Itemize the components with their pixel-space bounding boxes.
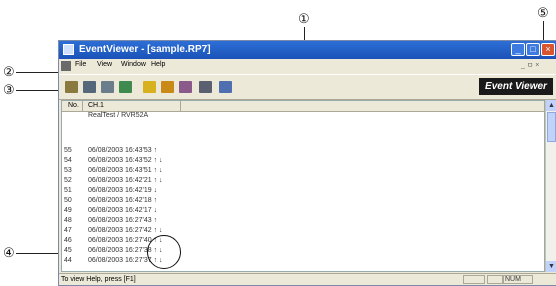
table-row[interactable]: 51 06/08/2003 16:42'19 ↓ (62, 187, 544, 196)
callout-1: ① (298, 11, 310, 26)
copy-icon[interactable] (101, 81, 114, 93)
table-row[interactable]: 53 06/08/2003 16:43'51 ↑ ↓ (62, 167, 544, 176)
row-number: 49 (64, 207, 72, 214)
row-number: 50 (64, 197, 72, 204)
row-number: 54 (64, 157, 72, 164)
table-row[interactable]: 54 06/08/2003 16:43'52 ↑ ↓ (62, 157, 544, 166)
menu-bar: File View Window Help _ ㅁ × (59, 59, 556, 73)
event-list[interactable]: No. CH.1 RealTest / RVR52A 55 06/08/2003 … (61, 100, 545, 272)
column-divider[interactable] (82, 101, 83, 111)
column-divider[interactable] (180, 101, 181, 111)
app-icon (63, 44, 74, 55)
bar-chart-icon[interactable] (143, 81, 156, 93)
column-no[interactable]: No. (68, 102, 79, 109)
table-row[interactable]: 52 06/08/2003 16:42'21 ↑ ↓ (62, 177, 544, 186)
num-lock-indicator: NUM (505, 276, 521, 283)
app-window: EventViewer - [sample.RP7] _ □ × File Vi… (58, 40, 556, 286)
table-row[interactable]: 49 06/08/2003 16:42'17 ↓ (62, 207, 544, 216)
callout-3-leader (16, 90, 64, 91)
row-entry: 06/08/2003 16:27'42 ↑ ↓ (88, 227, 163, 234)
row-entry: 06/08/2003 16:42'17 ↓ (88, 207, 158, 214)
event-viewer-logo: Event Viewer (479, 78, 553, 95)
export-icon[interactable] (179, 81, 192, 93)
row-number: 47 (64, 227, 72, 234)
callout-4: ④ (3, 245, 15, 260)
menu-file[interactable]: File (75, 61, 86, 68)
column-ch1[interactable]: CH.1 (88, 102, 104, 109)
callout-2-leader (16, 72, 64, 73)
status-bar: To view Help, press [F1] NUM (59, 273, 556, 285)
row-entry: 06/08/2003 16:43'53 ↑ (88, 147, 158, 154)
row-number: 48 (64, 217, 72, 224)
status-text: To view Help, press [F1] (61, 276, 136, 283)
row-number: 44 (64, 257, 72, 264)
save-icon[interactable] (83, 81, 96, 93)
help-icon[interactable] (219, 81, 232, 93)
document-icon[interactable] (61, 61, 71, 71)
row-number: 51 (64, 187, 72, 194)
table-row[interactable]: 48 06/08/2003 16:27'43 ↑ (62, 217, 544, 226)
print-icon[interactable] (199, 81, 212, 93)
minimize-button[interactable]: _ (511, 43, 525, 56)
row-number: 46 (64, 237, 72, 244)
row-entry: 06/08/2003 16:42'18 ↑ (88, 197, 158, 204)
status-panel (487, 275, 503, 284)
vertical-scrollbar[interactable]: ▲ ▼ (545, 100, 556, 272)
menu-window[interactable]: Window (121, 61, 146, 68)
maximize-button[interactable]: □ (526, 43, 540, 56)
scroll-up-button[interactable]: ▲ (546, 100, 556, 111)
graph-icon[interactable] (161, 81, 174, 93)
table-row[interactable]: 44 06/08/2003 16:27'37 ↑ ↓ (62, 257, 544, 266)
toolbar: Event Viewer (59, 74, 556, 100)
row-number: 53 (64, 167, 72, 174)
table-row[interactable]: 46 06/08/2003 16:27'40 ↑ ↓ (62, 237, 544, 246)
callout-3: ③ (3, 82, 15, 97)
row-entry: 06/08/2003 16:43'52 ↑ ↓ (88, 157, 163, 164)
callout-2: ② (3, 64, 15, 79)
row-entry: 06/08/2003 16:42'21 ↑ ↓ (88, 177, 163, 184)
window-title: EventViewer - [sample.RP7] (79, 44, 211, 55)
row-entry: 06/08/2003 16:43'51 ↑ ↓ (88, 167, 163, 174)
open-icon[interactable] (65, 81, 78, 93)
channel-name: RealTest / RVR52A (88, 112, 149, 119)
column-header: No. CH.1 (62, 101, 544, 112)
table-row[interactable]: 47 06/08/2003 16:27'42 ↑ ↓ (62, 227, 544, 236)
filter-icon[interactable] (119, 81, 132, 93)
row-number: 55 (64, 147, 72, 154)
callout-5: ⑤ (537, 5, 549, 20)
menu-help[interactable]: Help (151, 61, 165, 68)
title-bar[interactable]: EventViewer - [sample.RP7] _ □ × (59, 41, 556, 59)
row-number: 45 (64, 247, 72, 254)
row-entry: 06/08/2003 16:27'43 ↑ (88, 217, 158, 224)
table-row[interactable]: 55 06/08/2003 16:43'53 ↑ (62, 147, 544, 156)
mdi-controls[interactable]: _ ㅁ × (521, 60, 539, 70)
scroll-down-button[interactable]: ▼ (546, 261, 556, 272)
row-number: 52 (64, 177, 72, 184)
status-panel (463, 275, 485, 284)
close-button[interactable]: × (541, 43, 555, 56)
callout-4-highlight-circle (147, 235, 181, 269)
menu-view[interactable]: View (97, 61, 112, 68)
table-row[interactable]: 45 06/08/2003 16:27'38 ↑ ↓ (62, 247, 544, 256)
row-entry: 06/08/2003 16:42'19 ↓ (88, 187, 158, 194)
scroll-thumb[interactable] (547, 112, 556, 142)
table-row[interactable]: 50 06/08/2003 16:42'18 ↑ (62, 197, 544, 206)
